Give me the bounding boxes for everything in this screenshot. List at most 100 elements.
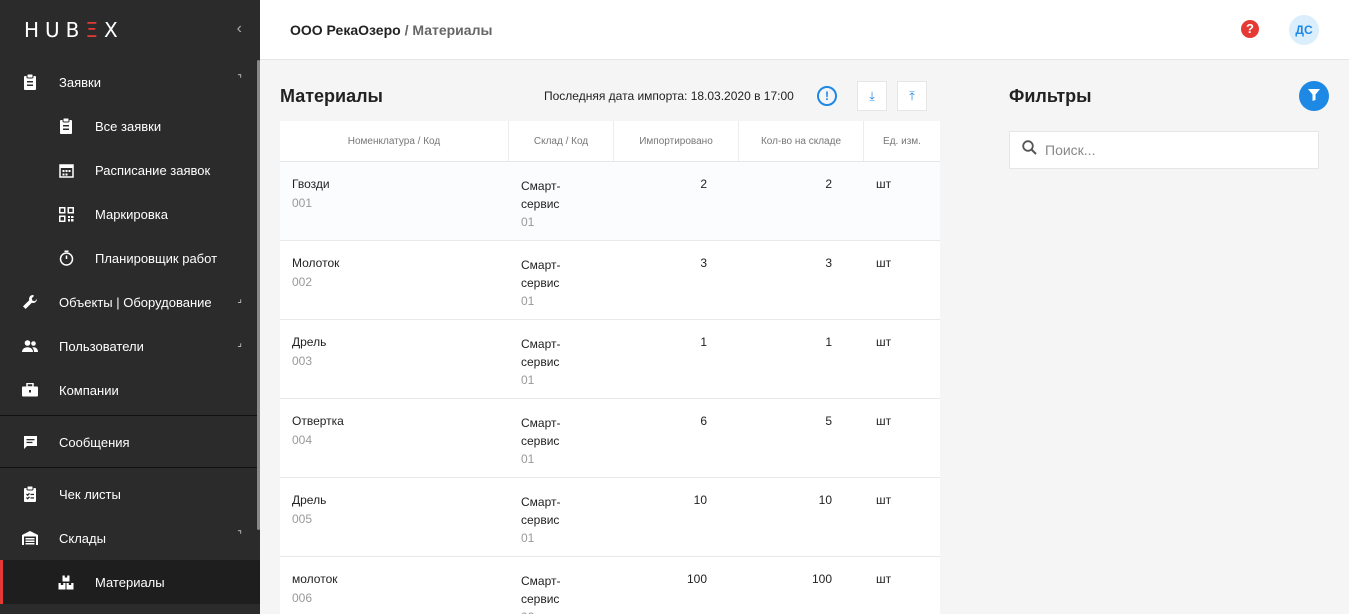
sidebar-item-label: Все заявки [95,118,162,134]
sidebar-item-label: Пользователи [59,338,144,354]
warehouse-icon [22,530,38,546]
sidebar-item-label: Сообщения [59,434,130,450]
users-icon [22,338,38,354]
sidebar-item-label: Чек листы [59,486,121,502]
breadcrumb-company[interactable]: ООО РекаОзеро [290,22,401,38]
sidebar-item-request-schedule[interactable]: Расписание заявок [0,148,260,192]
material-name: Гвозди [292,177,330,191]
sidebar-item-warehouses[interactable]: Склады ⌝ [0,516,260,560]
warehouse-code: 01 [521,452,535,466]
cell-nomenclature: молоток 006 [280,557,509,614]
warehouse-name: Смарт- [521,495,561,509]
last-import-date: Последняя дата импорта: 18.03.2020 в 17:… [544,89,794,103]
sidebar-item-checklists[interactable]: Чек листы [0,472,260,516]
search-input[interactable] [1045,142,1305,158]
sidebar-item-requests[interactable]: Заявки ⌝ [0,60,260,104]
cell-stock: 2 [825,177,832,191]
sidebar-scrollbar[interactable] [257,60,260,530]
avatar[interactable]: ДС [1289,15,1319,45]
table-row[interactable]: Отвертка 004 Смарт-сервис 01 6 5 шт [280,399,940,478]
app-logo[interactable]: HUBΞX [24,18,124,42]
column-header-nomenclature[interactable]: Номенклатура / Код [280,121,509,161]
sidebar-nav: Заявки ⌝ Все заявки Расписание заявок Ма… [0,60,260,604]
warehouse-name-2: сервис [521,434,560,448]
checklist-icon [22,486,38,502]
column-header-unit[interactable]: Ед. изм. [864,121,940,161]
download-button[interactable]: ⤓ [857,81,887,111]
sidebar-item-users[interactable]: Пользователи ⌟ [0,324,260,368]
table-row[interactable]: Дрель 003 Смарт-сервис 01 1 1 шт [280,320,940,399]
sidebar-item-work-planner[interactable]: Планировщик работ [0,236,260,280]
sidebar-item-objects-equipment[interactable]: Объекты | Оборудование ⌟ [0,280,260,324]
cell-unit: шт [876,335,892,349]
help-icon[interactable]: ? [1241,20,1259,38]
collapse-sidebar-icon[interactable]: ‹ [237,20,242,38]
materials-table: Номенклатура / Код Склад / Код Импортиро… [280,121,940,614]
material-code: 002 [292,275,313,289]
material-code: 003 [292,354,313,368]
cell-nomenclature: Дрель 003 [280,320,509,398]
sidebar-item-label: Объекты | Оборудование [59,294,212,310]
cell-stock: 5 [825,414,832,428]
material-code: 001 [292,196,313,210]
warehouse-name: Смарт- [521,258,561,272]
filter-search [1009,131,1319,169]
warehouse-name-2: сервис [521,355,560,369]
filter-icon [1308,88,1320,103]
cell-imported: 1 [700,335,707,349]
briefcase-icon [22,382,38,398]
cell-warehouse: Смарт-сервис 01 [509,162,614,240]
table-header: Номенклатура / Код Склад / Код Импортиро… [280,121,940,162]
upload-button[interactable]: ⤒ [897,81,927,111]
cell-imported: 10 [693,493,707,507]
logo-bar: HUBΞX ‹ [0,0,260,60]
cell-stock: 1 [825,335,832,349]
qr-code-icon [58,206,74,222]
cell-imported: 6 [700,414,707,428]
cell-warehouse: Смарт-сервис 02 [509,557,614,614]
sidebar-item-all-requests[interactable]: Все заявки [0,104,260,148]
material-code: 006 [292,591,313,605]
filter-button[interactable] [1299,81,1329,111]
filters-title: Фильтры [1009,86,1092,106]
cell-imported: 2 [700,177,707,191]
table-row[interactable]: Гвозди 001 Смарт-сервис 01 2 2 шт [280,162,940,241]
cell-stock: 10 [818,493,832,507]
clipboard-icon [58,118,74,134]
warehouse-name: Смарт- [521,179,561,193]
info-icon[interactable]: ! [817,86,837,106]
material-name: молоток [292,572,338,586]
sidebar-item-label: Заявки [59,74,101,90]
material-code: 005 [292,512,313,526]
cell-unit: шт [876,414,892,428]
warehouse-code: 01 [521,294,535,308]
breadcrumb-current: Материалы [412,21,493,38]
material-name: Молоток [292,256,340,270]
sidebar-item-messages[interactable]: Сообщения [0,420,260,464]
sidebar-item-marking[interactable]: Маркировка [0,192,260,236]
table-row[interactable]: Дрель 005 Смарт-сервис 01 10 10 шт [280,478,940,557]
sidebar-divider [0,467,260,468]
column-header-stock[interactable]: Кол-во на складе [739,121,864,161]
search-icon [1022,140,1037,160]
sidebar-item-companies[interactable]: Компании [0,368,260,412]
column-header-imported[interactable]: Импортировано [614,121,739,161]
warehouse-code: 01 [521,531,535,545]
table-row[interactable]: Молоток 002 Смарт-сервис 01 3 3 шт [280,241,940,320]
breadcrumb-separator: / [400,21,413,38]
material-name: Отвертка [292,414,344,428]
cell-warehouse: Смарт-сервис 01 [509,399,614,477]
page-title: Материалы [280,86,383,106]
cell-warehouse: Смарт-сервис 01 [509,241,614,319]
sidebar-item-materials[interactable]: Материалы [0,560,260,604]
cell-warehouse: Смарт-сервис 01 [509,320,614,398]
column-header-warehouse[interactable]: Склад / Код [509,121,614,161]
warehouse-name: Смарт- [521,416,561,430]
chevron-up-icon: ⌝ [237,74,242,85]
warehouse-name-2: сервис [521,513,560,527]
warehouse-name-2: сервис [521,592,560,606]
boxes-icon [58,574,74,590]
table-row[interactable]: молоток 006 Смарт-сервис 02 100 100 шт [280,557,940,614]
sidebar-item-label: Компании [59,382,119,398]
sidebar-item-label: Склады [59,530,106,546]
